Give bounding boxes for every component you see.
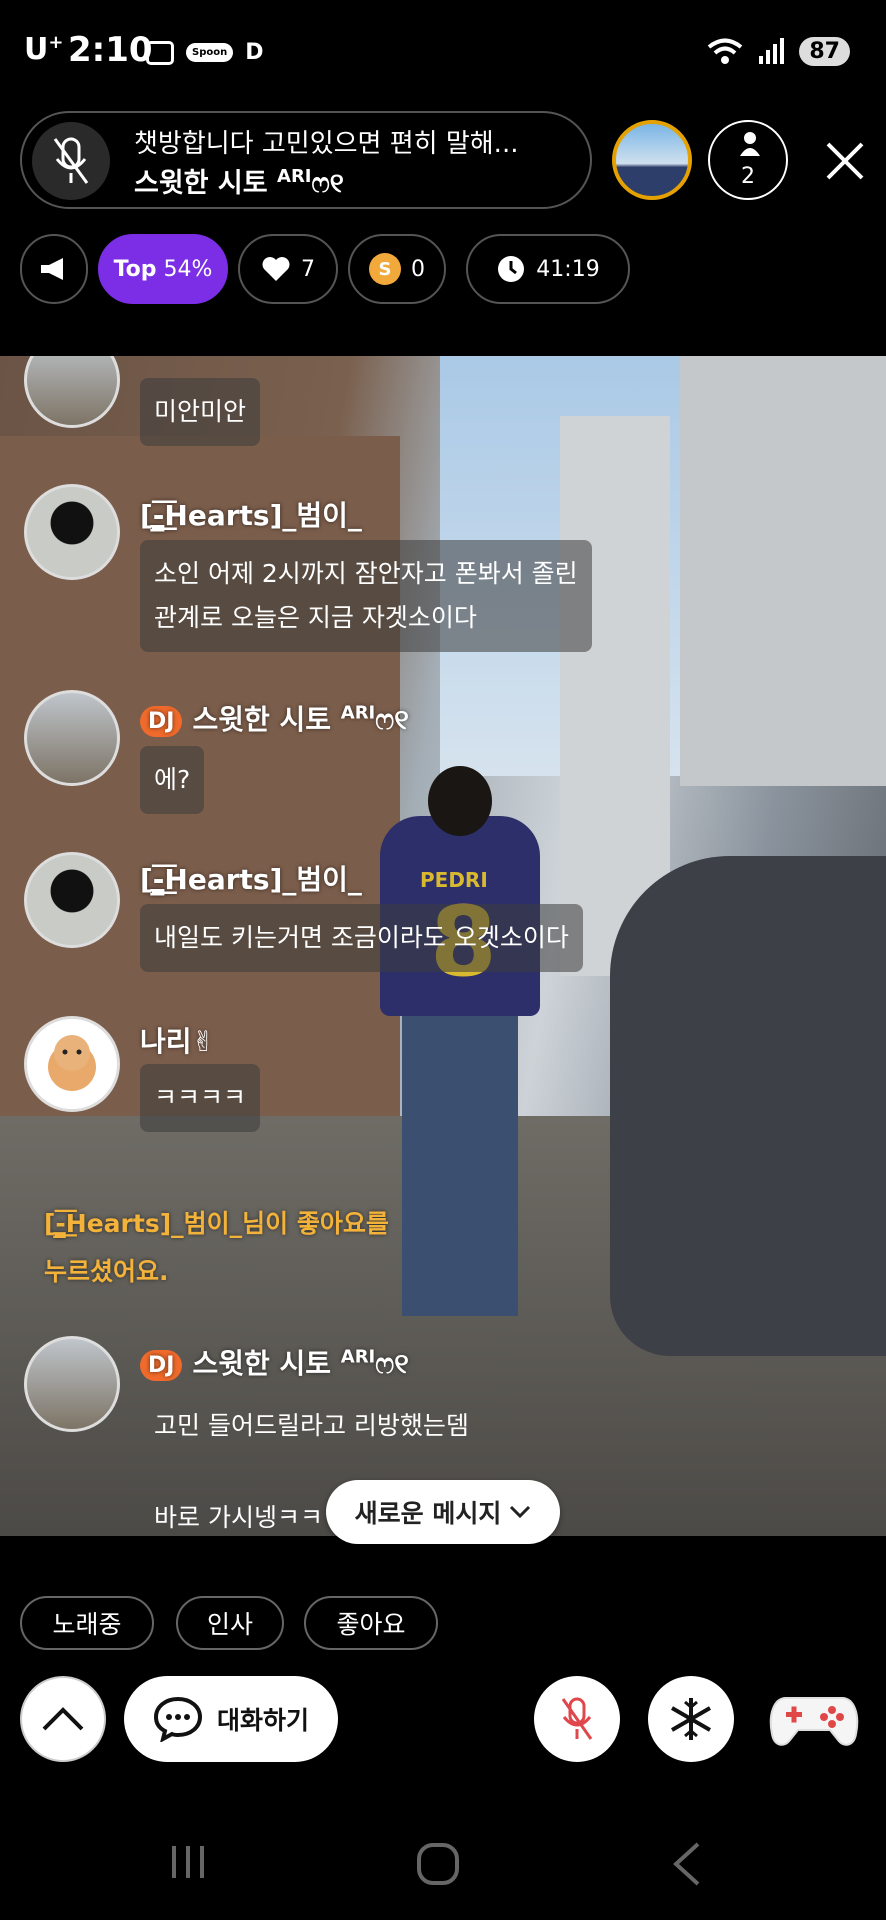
home-icon[interactable]	[416, 1842, 460, 1886]
nickname[interactable]: DJ 스윗한 시토 ARIෆ୧	[140, 698, 409, 738]
system-line: [-̳͟͞Hearts]_범이_님이 좋아요를	[44, 1209, 389, 1238]
top-rank-label: Top 54%	[113, 256, 213, 282]
timer-chip[interactable]: 41:19	[466, 234, 630, 304]
avatar[interactable]	[24, 852, 120, 948]
new-message-button[interactable]: 새로운 메시지	[326, 1480, 560, 1544]
message-text: 에?	[140, 746, 205, 814]
notification-icons: Spoon D	[146, 40, 264, 65]
battery-indicator: 87	[799, 36, 850, 66]
chevron-down-icon	[510, 1505, 531, 1519]
back-icon[interactable]	[670, 1840, 704, 1888]
system-line: 누르셨어요.	[44, 1257, 169, 1286]
wifi-icon	[708, 38, 743, 64]
dj-avatar[interactable]	[612, 120, 692, 200]
spoon-count-chip[interactable]: S 0	[348, 234, 446, 304]
nickname[interactable]: [-̳͟͞Hearts]_범이_	[140, 858, 362, 898]
listener-count-button[interactable]: 2	[708, 120, 788, 200]
chat-area[interactable]: PEDRI 8 미안미안 [-̳͟͞Hearts]_범이_ 소인 어제 2시까지…	[0, 356, 886, 1536]
gamepad-icon	[769, 1697, 859, 1746]
message-text: ㅋㅋㅋㅋ	[140, 1064, 261, 1132]
chat-bubble-icon	[153, 1696, 202, 1742]
avatar[interactable]	[24, 690, 120, 786]
message-line: 소인 어제 2시까지 잠안자고 폰봐서 졸린	[154, 559, 578, 588]
room-info-pill[interactable]: 챗방합니다 고민있으면 편히 말해... 스윗한 시토 ARIෆ୧	[20, 111, 592, 209]
game-button[interactable]	[766, 1676, 862, 1762]
listener-count: 2	[741, 164, 755, 189]
nickname[interactable]: 나리✌︎	[140, 1020, 215, 1060]
announcement-button[interactable]	[20, 234, 88, 304]
heart-count-chip[interactable]: 7	[238, 234, 338, 304]
host-mic-status	[32, 122, 110, 200]
carrier: U+	[24, 32, 64, 67]
message-text: 소인 어제 2시까지 잠안자고 폰봐서 졸린 관계로 오늘은 지금 자겟소이다	[140, 540, 592, 652]
mic-toggle-button[interactable]	[534, 1676, 620, 1762]
avatar-character-icon	[48, 1035, 96, 1091]
message-line: 관계로 오늘은 지금 자겟소이다	[154, 603, 477, 632]
snowflake-icon	[670, 1698, 712, 1740]
mic-off-icon	[561, 1697, 593, 1740]
person-head	[428, 766, 492, 836]
heart-icon	[262, 257, 290, 281]
avatar[interactable]	[24, 1336, 120, 1432]
freeze-button[interactable]	[648, 1676, 734, 1762]
d-notification-icon: D	[245, 40, 264, 65]
dj-badge: DJ	[140, 705, 183, 737]
timer-value: 41:19	[536, 256, 600, 282]
megaphone-icon	[41, 258, 63, 280]
room-title: 챗방합니다 고민있으면 편히 말해...	[134, 129, 519, 159]
avatar[interactable]	[24, 484, 120, 580]
signal-icon	[759, 38, 785, 64]
quick-reply-button[interactable]: 좋아요	[304, 1596, 438, 1650]
message-line: 고민 들어드릴라고 리방했는뎀	[154, 1411, 469, 1440]
avatar[interactable]	[24, 1016, 120, 1112]
chat-button-label: 대화하기	[216, 1706, 309, 1735]
nickname[interactable]: DJ 스윗한 시토 ARIෆ୧	[140, 1342, 409, 1382]
chevron-up-icon	[42, 1707, 84, 1731]
expand-button[interactable]	[20, 1676, 106, 1762]
background-person: PEDRI 8	[380, 766, 540, 1366]
message-text: 미안미안	[140, 378, 261, 446]
recent-apps-icon[interactable]	[168, 1842, 208, 1882]
quick-reply-button[interactable]: 인사	[176, 1596, 284, 1650]
mic-off-icon	[53, 137, 89, 184]
spoon-notification-icon: Spoon	[186, 43, 234, 62]
avatar[interactable]	[24, 356, 120, 428]
navigation-bar	[0, 1820, 886, 1920]
system-icons: 87	[705, 36, 850, 66]
heart-count: 7	[301, 256, 315, 282]
clock-icon	[498, 256, 525, 282]
nickname[interactable]: [-̳͟͞Hearts]_범이_	[140, 494, 362, 534]
system-like-message: [-̳͟͞Hearts]_범이_님이 좋아요를 누르셨어요.	[44, 1200, 389, 1296]
person-icon	[740, 132, 760, 156]
new-message-label: 새로운 메시지	[354, 1499, 502, 1528]
spoon-coin-icon: S	[369, 253, 401, 285]
host-name: 스윗한 시토 ARIෆ୧	[134, 166, 344, 199]
top-rank-chip[interactable]: Top 54%	[98, 234, 228, 304]
clock-time: 2:10	[68, 30, 153, 70]
background-building	[680, 356, 886, 786]
dj-badge: DJ	[140, 1349, 183, 1381]
background-car	[610, 856, 886, 1356]
spoon-count: 0	[411, 256, 425, 282]
quick-reply-button[interactable]: 노래중	[20, 1596, 154, 1650]
person-jeans	[402, 1016, 518, 1316]
close-icon[interactable]	[820, 136, 870, 186]
status-bar: U+ 2:10 Spoon D 87	[0, 0, 886, 100]
chat-input-button[interactable]: 대화하기	[124, 1676, 338, 1762]
screenshot-icon	[146, 40, 174, 65]
message-text: 내일도 키는거면 조금이라도 오겟소이다	[140, 904, 583, 972]
